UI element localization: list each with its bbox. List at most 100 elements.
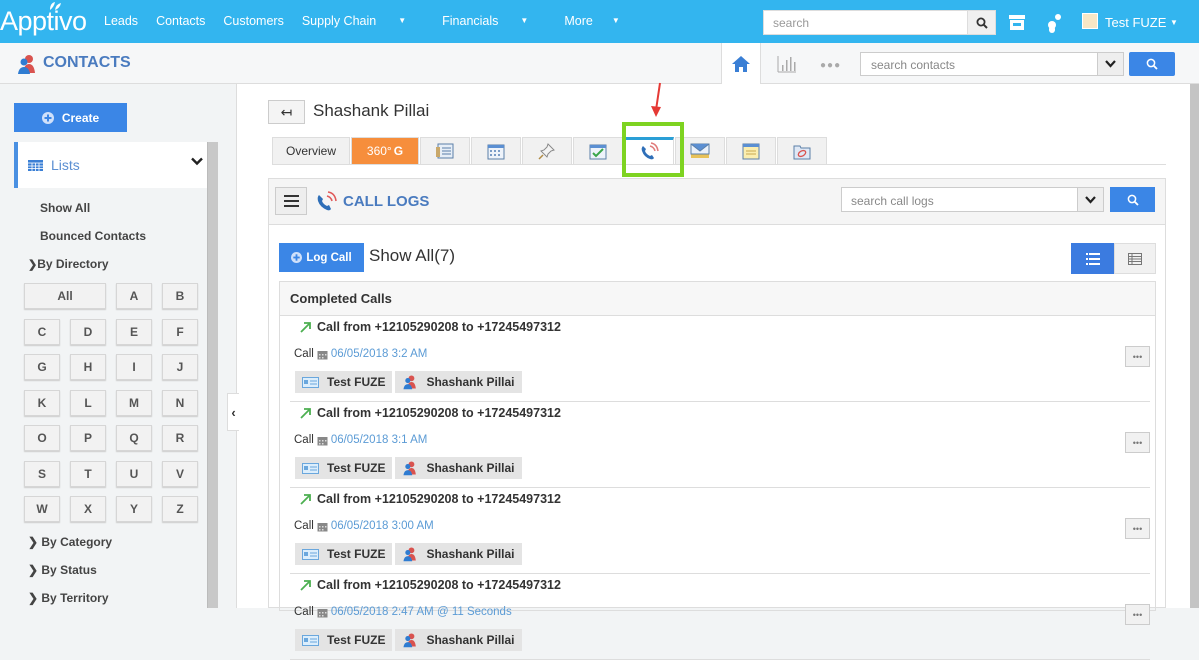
letter-filter-g[interactable]: G (24, 354, 60, 380)
more-actions-button[interactable]: ••• (1125, 518, 1150, 539)
owner-tag[interactable]: Test FUZE (295, 457, 393, 479)
letter-filter-k[interactable]: K (24, 390, 60, 416)
chevron-down-icon (1105, 60, 1116, 68)
lists-dropdown[interactable]: Lists (14, 142, 207, 188)
call-title[interactable]: Call from +12105290208 to +17245497312 (300, 320, 561, 334)
nav-leads[interactable]: Leads (104, 14, 138, 28)
call-log-item[interactable]: Call from +12105290208 to +17245497312 C… (290, 402, 1150, 488)
letter-filter-x[interactable]: X (70, 496, 106, 522)
more-actions-button[interactable]: ••• (1125, 346, 1150, 367)
letter-filter-w[interactable]: W (24, 496, 60, 522)
tab-tasks[interactable] (573, 137, 623, 164)
call-logs-search-button[interactable] (1110, 187, 1155, 212)
call-title[interactable]: Call from +12105290208 to +17245497312 (300, 578, 561, 592)
call-date[interactable]: 06/05/2018 3:1 AM (331, 434, 428, 446)
apptivo-logo[interactable]: Apptivo (0, 2, 87, 37)
letter-filter-e[interactable]: E (116, 319, 152, 345)
more-actions-button[interactable]: ••• (1125, 604, 1150, 625)
letter-filter-z[interactable]: Z (162, 496, 198, 522)
tab-notes[interactable] (420, 137, 470, 164)
contacts-search-input[interactable]: search contacts (860, 52, 1098, 76)
search-dropdown-button[interactable] (1097, 52, 1124, 76)
nav-more[interactable]: More ▼ (564, 14, 637, 28)
bar-chart-icon[interactable] (776, 54, 798, 74)
contact-tag[interactable]: Shashank Pillai (395, 629, 522, 651)
letter-filter-y[interactable]: Y (116, 496, 152, 522)
show-all-filter[interactable]: Show All(7) (369, 246, 455, 266)
log-call-button[interactable]: Log Call (279, 243, 364, 272)
store-icon[interactable] (1008, 13, 1026, 31)
letter-filter-a[interactable]: A (116, 283, 152, 309)
letter-filter-c[interactable]: C (24, 319, 60, 345)
more-options-icon[interactable]: ●●● (820, 60, 841, 71)
contact-tag[interactable]: Shashank Pillai (395, 371, 522, 393)
owner-tag[interactable]: Test FUZE (295, 371, 393, 393)
sidebar-group-by-directory[interactable]: ❯By Directory (28, 257, 109, 271)
menu-button[interactable] (275, 187, 307, 215)
sidebar-scrollbar[interactable] (207, 142, 218, 608)
nav-supply-chain[interactable]: Supply Chain ▼ (302, 14, 424, 28)
letter-filter-m[interactable]: M (116, 390, 152, 416)
call-title[interactable]: Call from +12105290208 to +17245497312 (300, 406, 561, 420)
collapse-sidebar-button[interactable]: ‹ (227, 393, 239, 431)
owner-tag[interactable]: Test FUZE (295, 543, 393, 565)
letter-filter-j[interactable]: J (162, 354, 198, 380)
user-menu[interactable]: Test FUZE ▼ (1105, 15, 1178, 30)
letter-filter-r[interactable]: R (162, 425, 198, 451)
call-date[interactable]: 06/05/2018 3:2 AM (331, 348, 428, 360)
letter-filter-q[interactable]: Q (116, 425, 152, 451)
call-date[interactable]: 06/05/2018 3:00 AM (331, 520, 434, 532)
call-logs-search-input[interactable]: search call logs (841, 187, 1078, 212)
letter-filter-h[interactable]: H (70, 354, 106, 380)
sidebar-item-show-all[interactable]: Show All (40, 201, 90, 215)
letter-filter-d[interactable]: D (70, 319, 106, 345)
owner-tag[interactable]: Test FUZE (295, 629, 393, 651)
home-button[interactable] (721, 43, 761, 84)
module-title[interactable]: CONTACTS (43, 54, 131, 72)
contact-tag[interactable]: Shashank Pillai (395, 457, 522, 479)
letter-filter-l[interactable]: L (70, 390, 106, 416)
letter-filter-f[interactable]: F (162, 319, 198, 345)
people-icon[interactable] (1045, 13, 1063, 33)
sidebar-item-bounced-contacts[interactable]: Bounced Contacts (40, 229, 146, 243)
contact-tag[interactable]: Shashank Pillai (395, 543, 522, 565)
table-view-button[interactable] (1114, 243, 1156, 274)
letter-filter-s[interactable]: S (24, 461, 60, 487)
tab-notes-sticky[interactable] (726, 137, 776, 164)
sidebar-group-by-category[interactable]: ❯ By Category (28, 535, 112, 549)
letter-filter-t[interactable]: T (70, 461, 106, 487)
contacts-search-button[interactable] (1129, 52, 1175, 76)
letter-filter-v[interactable]: V (162, 461, 198, 487)
call-log-item[interactable]: Call from +12105290208 to +17245497312 C… (290, 574, 1150, 660)
sidebar-group-by-status[interactable]: ❯ By Status (28, 563, 97, 577)
letter-filter-o[interactable]: O (24, 425, 60, 451)
nav-financials[interactable]: Financials ▼ (442, 14, 546, 28)
nav-contacts[interactable]: Contacts (156, 14, 205, 28)
sidebar-group-by-territory[interactable]: ❯ By Territory (28, 591, 109, 605)
call-title[interactable]: Call from +12105290208 to +17245497312 (300, 492, 561, 506)
call-log-item[interactable]: Call from +12105290208 to +17245497312 C… (290, 488, 1150, 574)
page-scrollbar[interactable] (1190, 84, 1199, 608)
letter-filter-n[interactable]: N (162, 390, 198, 416)
more-actions-button[interactable]: ••• (1125, 432, 1150, 453)
tab-calendar[interactable] (471, 137, 521, 164)
list-view-button[interactable] (1071, 243, 1114, 274)
letter-filter-p[interactable]: P (70, 425, 106, 451)
tab-overview[interactable]: Overview (272, 137, 350, 164)
create-button[interactable]: Create (14, 103, 127, 132)
nav-customers[interactable]: Customers (223, 14, 283, 28)
back-button[interactable]: ↤ (268, 100, 305, 124)
letter-filter-i[interactable]: I (116, 354, 152, 380)
tab-attachments[interactable] (777, 137, 827, 164)
letter-filter-all[interactable]: All (24, 283, 106, 309)
group-label: By Territory (41, 591, 109, 605)
letter-filter-b[interactable]: B (162, 283, 198, 309)
letter-filter-u[interactable]: U (116, 461, 152, 487)
user-avatar[interactable] (1082, 13, 1098, 29)
call-log-item[interactable]: Call from +12105290208 to +17245497312 C… (290, 316, 1150, 402)
call-logs-search-dropdown[interactable] (1077, 187, 1104, 212)
tab-360[interactable]: 360° G (351, 137, 419, 164)
global-search-button[interactable] (967, 10, 996, 35)
global-search-input[interactable]: search (763, 10, 968, 35)
tab-pin[interactable] (522, 137, 572, 164)
